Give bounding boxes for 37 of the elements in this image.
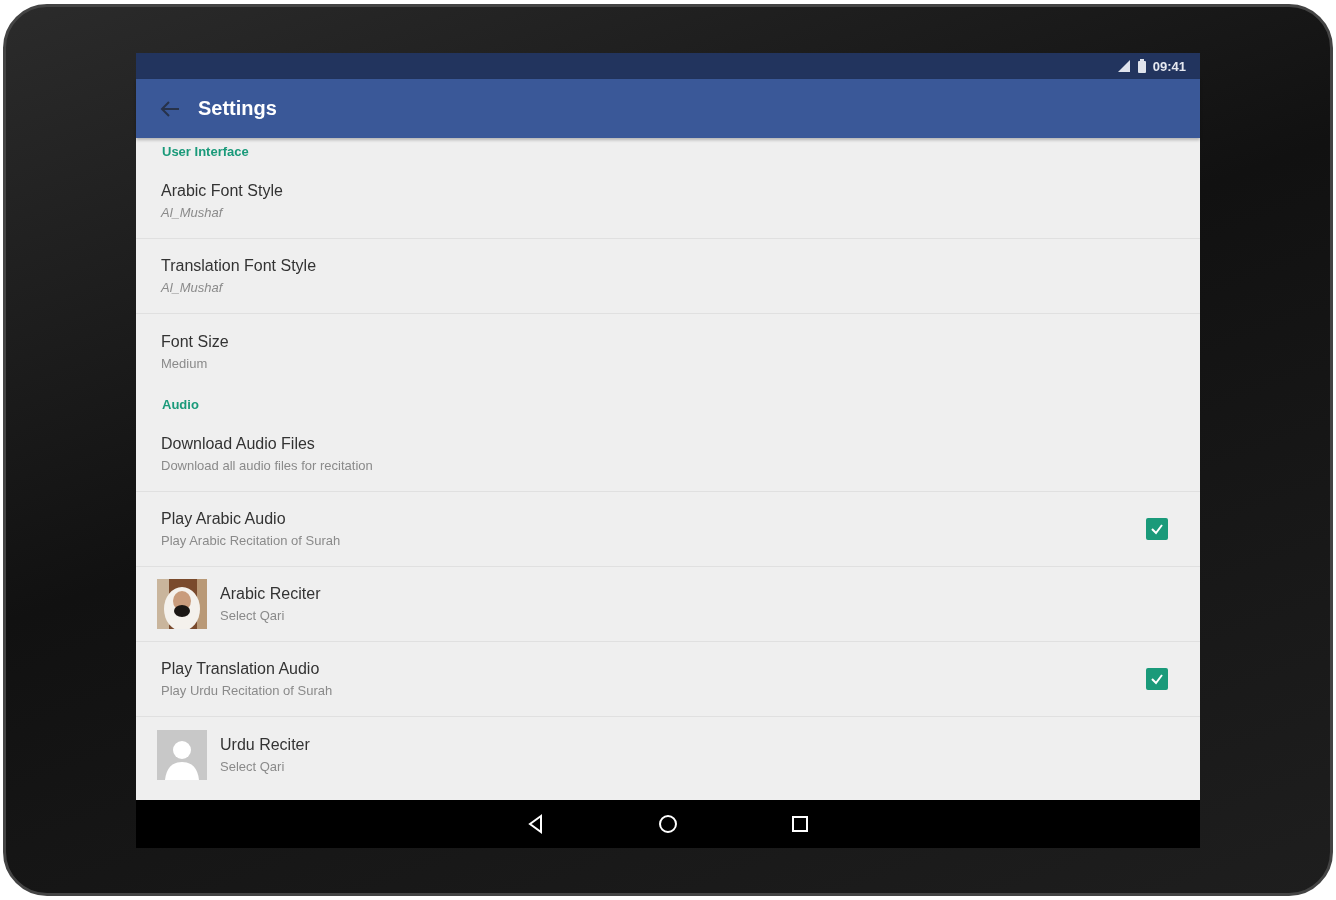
item-title: Download Audio Files	[161, 435, 316, 453]
item-summary: Select Qari	[220, 758, 286, 774]
item-summary: Select Qari	[220, 608, 286, 623]
item-summary: Al_Mushaf	[161, 280, 225, 295]
section-header: Audio	[161, 396, 200, 414]
item-summary: Play Arabic Recitation of Surah	[161, 533, 342, 548]
item-summary: Al_Mushaf	[161, 205, 225, 220]
item-title: Translation Font Style	[161, 257, 318, 275]
item-title: Play Arabic Audio	[161, 510, 287, 528]
recents-icon[interactable]	[790, 814, 810, 834]
item-title: Arabic Reciter	[220, 585, 322, 603]
checkmark-icon	[1150, 522, 1164, 536]
item-summary: Medium	[161, 355, 209, 371]
settings-item[interactable]: Translation Font Style Al_Mushaf	[136, 239, 1200, 314]
settings-item[interactable]: Play Translation Audio Play Urdu Recitation of Surah	[136, 642, 1200, 717]
item-summary: Download all audio files for recitation	[161, 458, 374, 473]
item-title: Play Translation Audio	[161, 660, 321, 678]
status-time: 09:41	[1152, 58, 1186, 74]
item-summary: Play Urdu Recitation of Surah	[161, 683, 334, 698]
settings-item[interactable]: Download Audio Files Download all audio files for recitation	[136, 417, 1200, 492]
signal-icon	[1116, 59, 1131, 73]
checkmark-icon	[1150, 672, 1164, 686]
settings-item[interactable]: Arabic Reciter Select Qari	[136, 567, 1200, 642]
settings-item[interactable]: Urdu Reciter Select Qari	[136, 717, 1200, 792]
section-header: User Interface	[161, 143, 250, 161]
home-icon[interactable]	[658, 814, 678, 834]
checkbox[interactable]	[1146, 518, 1168, 540]
battery-icon	[1136, 59, 1147, 73]
settings-item[interactable]: Font Size Medium	[136, 314, 1200, 389]
item-title: Urdu Reciter	[220, 735, 311, 754]
app-bar-title: Settings	[198, 97, 277, 120]
item-title: Font Size	[161, 332, 230, 351]
avatar-placeholder-icon	[157, 729, 207, 780]
item-title: Arabic Font Style	[161, 182, 284, 200]
settings-item[interactable]: Play Arabic Audio Play Arabic Recitation of Surah	[136, 492, 1200, 567]
settings-item[interactable]: Arabic Font Style Al_Mushaf	[136, 164, 1200, 239]
checkbox[interactable]	[1146, 668, 1168, 690]
